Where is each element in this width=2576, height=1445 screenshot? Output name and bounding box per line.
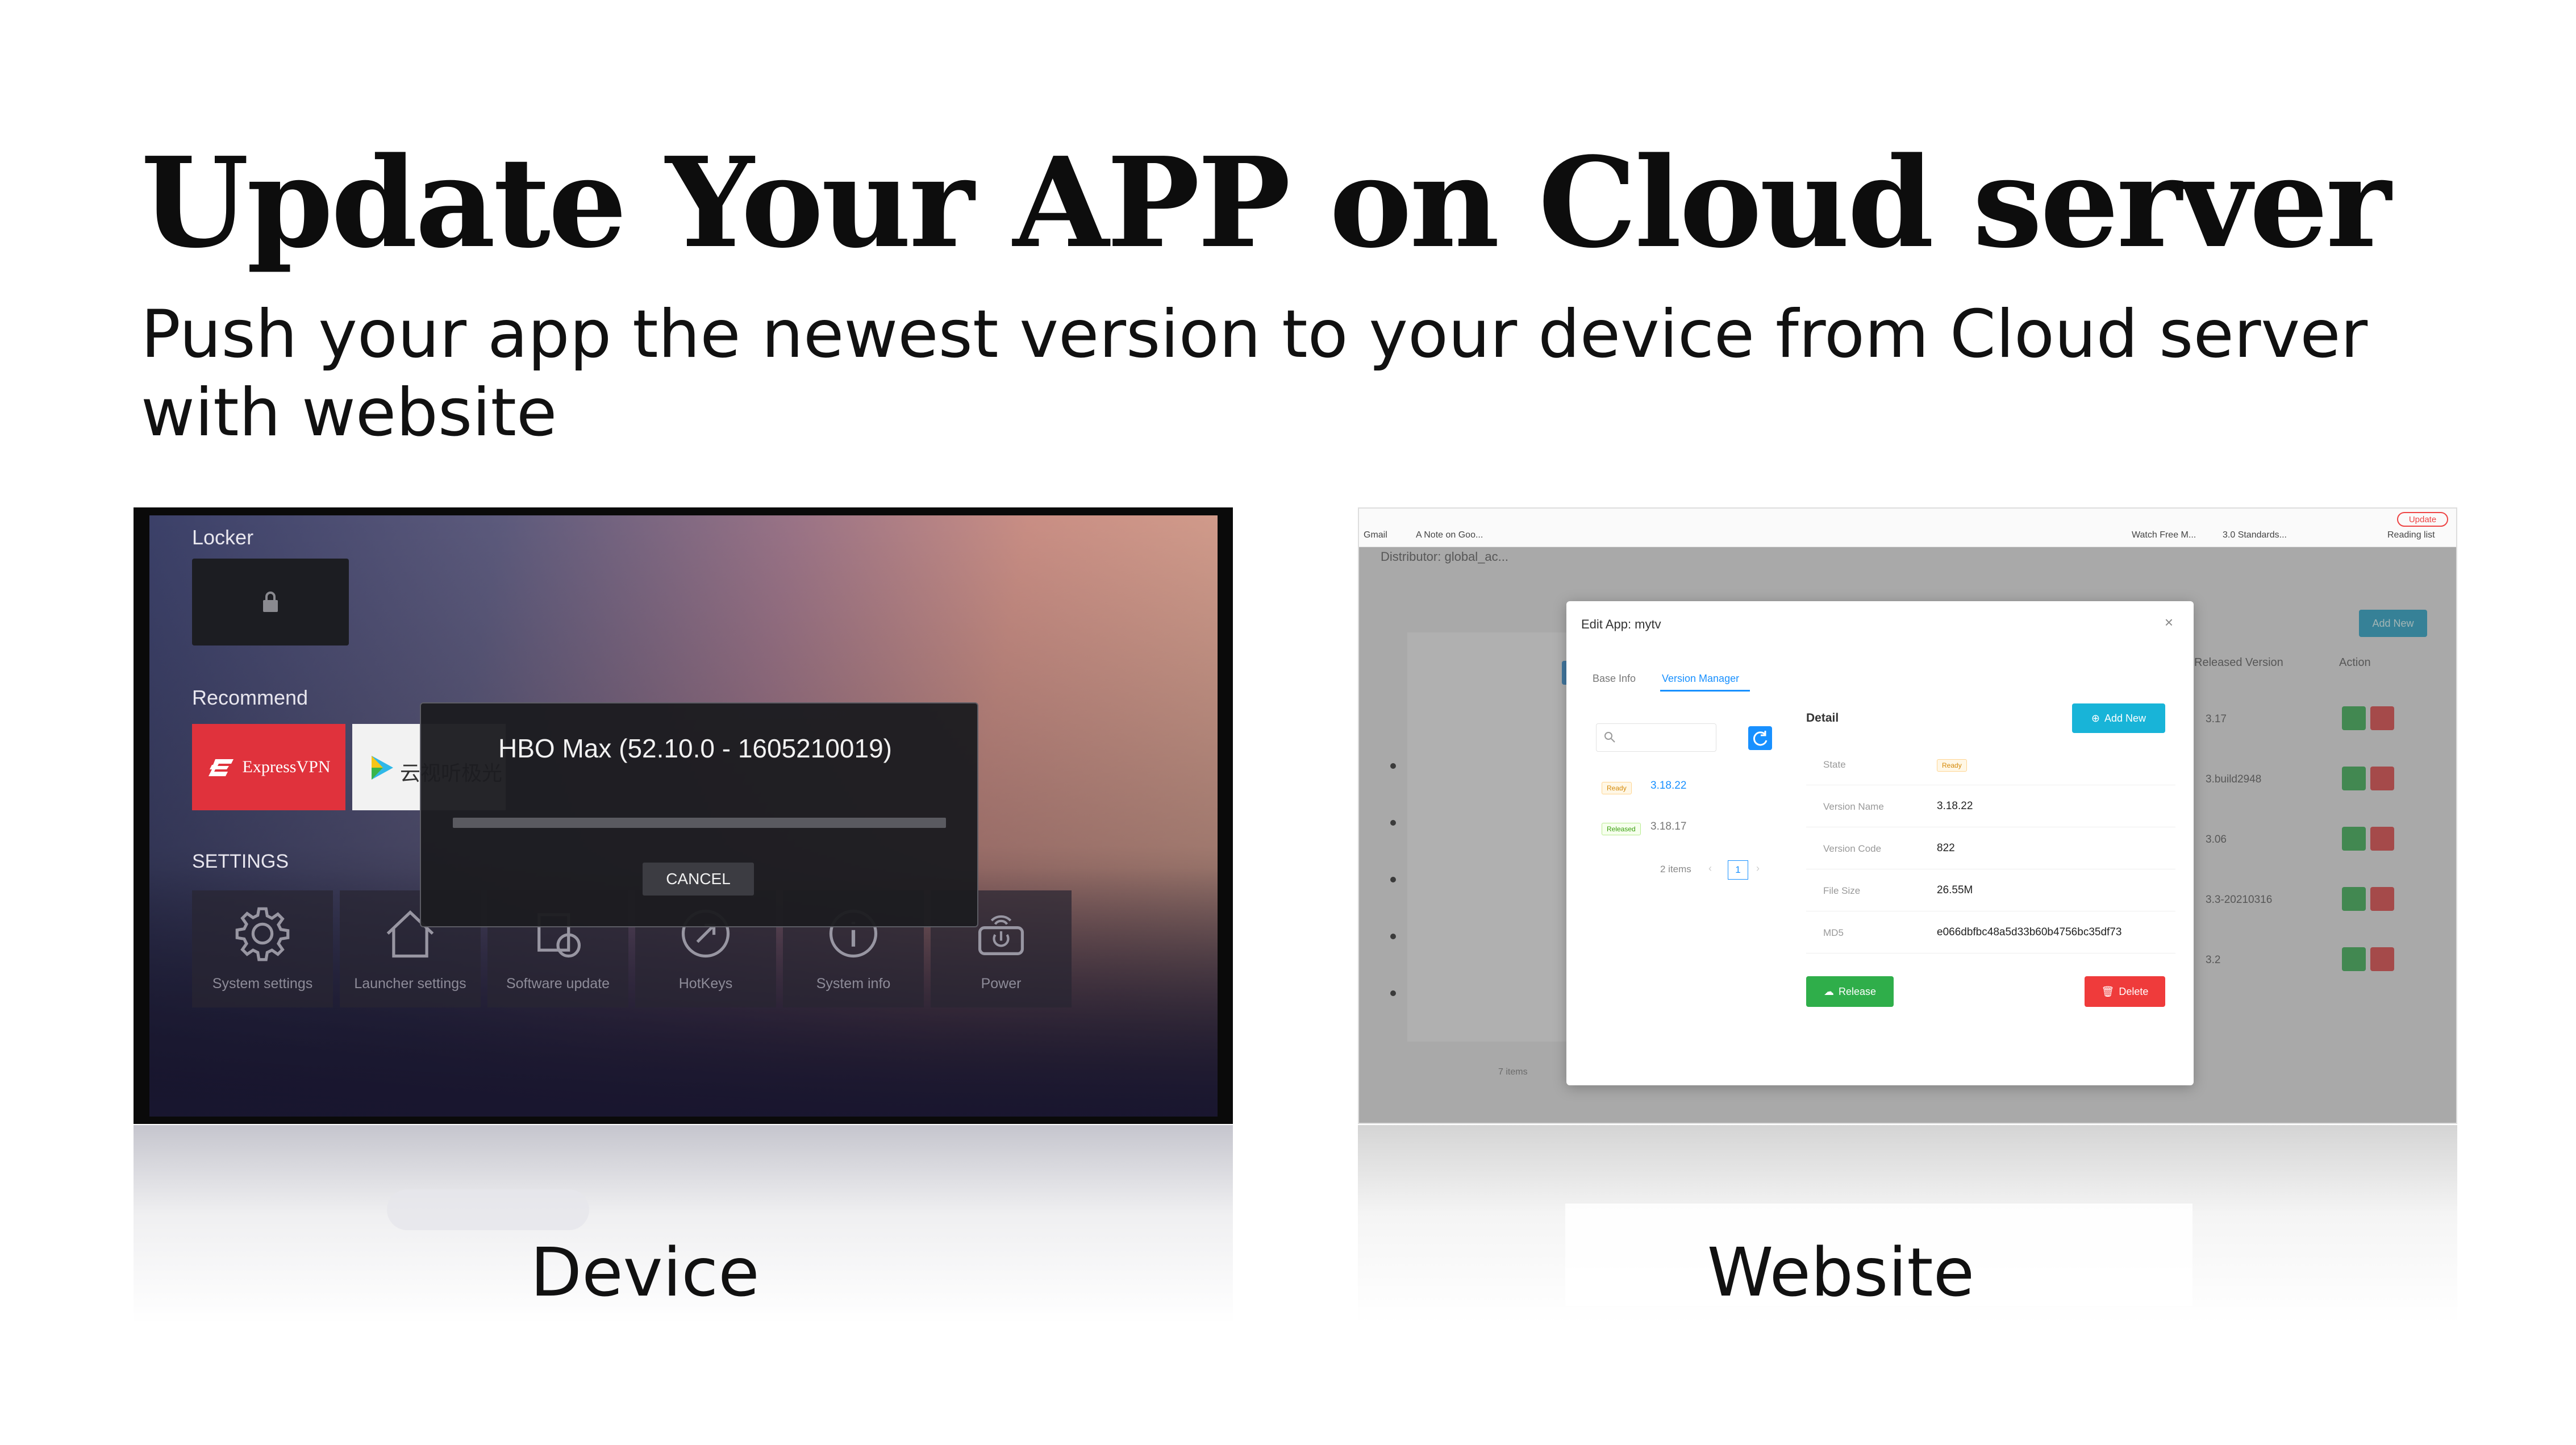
detail-row-state: State Ready xyxy=(1806,746,2175,785)
bookmark[interactable]: Gmail xyxy=(1364,530,1387,540)
detail-key: Version Name xyxy=(1823,801,1884,812)
pagination-total: 2 items xyxy=(1660,864,1691,875)
detail-key: State xyxy=(1823,759,1846,770)
power-icon xyxy=(978,915,1024,955)
status-badge: Ready xyxy=(1602,782,1632,794)
close-icon[interactable]: × xyxy=(2165,614,2173,631)
browser-bookmarks-bar: Gmail A Note on Goo... Watch Free M... 3… xyxy=(1359,509,2456,547)
settings-item-system-settings[interactable]: System settings xyxy=(192,890,333,1007)
gear-icon xyxy=(235,907,290,961)
settings-item-label: System settings xyxy=(212,976,313,992)
plus-circle-icon: ⊕ xyxy=(2091,712,2100,724)
locker-label: Locker xyxy=(192,526,254,549)
release-label: Release xyxy=(1838,985,1877,997)
download-progress-bar xyxy=(453,818,946,828)
detail-key: File Size xyxy=(1823,885,1861,896)
bookmark[interactable]: Watch Free M... xyxy=(2132,530,2196,540)
device-caption: Device xyxy=(530,1233,760,1311)
lock-icon xyxy=(263,592,278,612)
tab-version-manager[interactable]: Version Manager xyxy=(1662,673,1739,685)
detail-row-md5: MD5 e066dbfbc48a5d33b60b4756bc35df73 xyxy=(1806,914,2175,953)
app-name: ExpressVPN xyxy=(242,757,331,776)
detail-value: 3.18.22 xyxy=(1937,800,1973,812)
detail-value: 26.55M xyxy=(1937,884,1973,896)
detail-key: MD5 xyxy=(1823,927,1844,938)
bookmark[interactable]: 3.0 Standards... xyxy=(2223,530,2287,540)
detail-value: 822 xyxy=(1937,842,1955,854)
locker-tile[interactable] xyxy=(192,559,349,646)
expressvpn-logo xyxy=(208,759,234,776)
delete-button[interactable]: 🗑 Delete xyxy=(2085,976,2165,1007)
refresh-button[interactable] xyxy=(1748,726,1772,750)
version-link[interactable]: 3.18.22 xyxy=(1650,780,1686,792)
detail-row-file-size: File Size 26.55M xyxy=(1806,872,2175,911)
delete-label: Delete xyxy=(2119,985,2149,997)
slide-subtitle: Push your app the newest version to your… xyxy=(141,296,2368,451)
settings-item-label: System info xyxy=(816,976,891,992)
modal-title: Edit App: mytv xyxy=(1581,617,1661,631)
settings-item-label: Power xyxy=(981,976,1022,992)
detail-key: Version Code xyxy=(1823,843,1882,854)
release-button[interactable]: ☁ Release xyxy=(1806,976,1894,1007)
recommend-label: Recommend xyxy=(192,686,309,709)
settings-item-label: Software update xyxy=(506,976,610,992)
bookmark[interactable]: Reading list xyxy=(2387,530,2435,540)
app-tile-expressvpn[interactable]: ExpressVPN xyxy=(192,724,345,810)
cloud-upload-icon: ☁ xyxy=(1823,985,1834,997)
device-screenshot: Locker Recommend ExpressVPN 云视听极光 SETTIN… xyxy=(134,507,1233,1124)
tab-base-info[interactable]: Base Info xyxy=(1593,673,1636,685)
status-badge: Released xyxy=(1602,823,1641,835)
slide-title: Update Your APP on Cloud server xyxy=(141,130,2391,276)
detail-heading: Detail xyxy=(1806,711,1839,724)
add-new-button[interactable]: ⊕ Add New xyxy=(2072,703,2165,733)
website-screenshot: Gmail A Note on Goo... Watch Free M... 3… xyxy=(1358,507,2457,1124)
version-search-input[interactable] xyxy=(1596,723,1716,752)
bookmark[interactable]: A Note on Goo... xyxy=(1416,530,1483,540)
refresh-icon xyxy=(1753,731,1768,746)
edit-app-modal: Edit App: mytv × Base Info Version Manag… xyxy=(1566,601,2194,1085)
app-update-dialog: HBO Max (52.10.0 - 1605210019) CANCEL xyxy=(420,702,978,927)
website-caption: Website xyxy=(1707,1233,1975,1311)
version-text[interactable]: 3.18.17 xyxy=(1650,821,1686,833)
pagination-prev[interactable]: ‹ xyxy=(1708,863,1712,875)
status-badge: Ready xyxy=(1937,759,1967,772)
search-icon xyxy=(1604,732,1615,743)
tv-launcher-screen: Locker Recommend ExpressVPN 云视听极光 SETTIN… xyxy=(149,515,1218,1117)
settings-label: SETTINGS xyxy=(192,851,289,872)
add-new-label: Add New xyxy=(2104,712,2146,724)
detail-row-version-code: Version Code 822 xyxy=(1806,830,2175,869)
pagination-page[interactable]: 1 xyxy=(1728,860,1748,880)
modal-backdrop[interactable]: Edit App: mytv × Base Info Version Manag… xyxy=(1359,547,2456,1123)
cancel-button[interactable]: CANCEL xyxy=(643,863,754,896)
reflection-ghost xyxy=(387,1189,589,1230)
settings-item-label: HotKeys xyxy=(678,976,733,992)
browser-update-button[interactable]: Update xyxy=(2397,512,2448,527)
detail-value: e066dbfbc48a5d33b60b4756bc35df73 xyxy=(1937,926,2122,938)
detail-row-version-name: Version Name 3.18.22 xyxy=(1806,788,2175,827)
active-tab-indicator xyxy=(1660,690,1750,692)
trash-icon: 🗑 xyxy=(2101,985,2115,997)
dialog-title: HBO Max (52.10.0 - 1605210019) xyxy=(498,734,892,763)
pagination-next[interactable]: › xyxy=(1756,863,1760,875)
play-icon xyxy=(372,756,393,780)
settings-item-label: Launcher settings xyxy=(354,976,466,992)
